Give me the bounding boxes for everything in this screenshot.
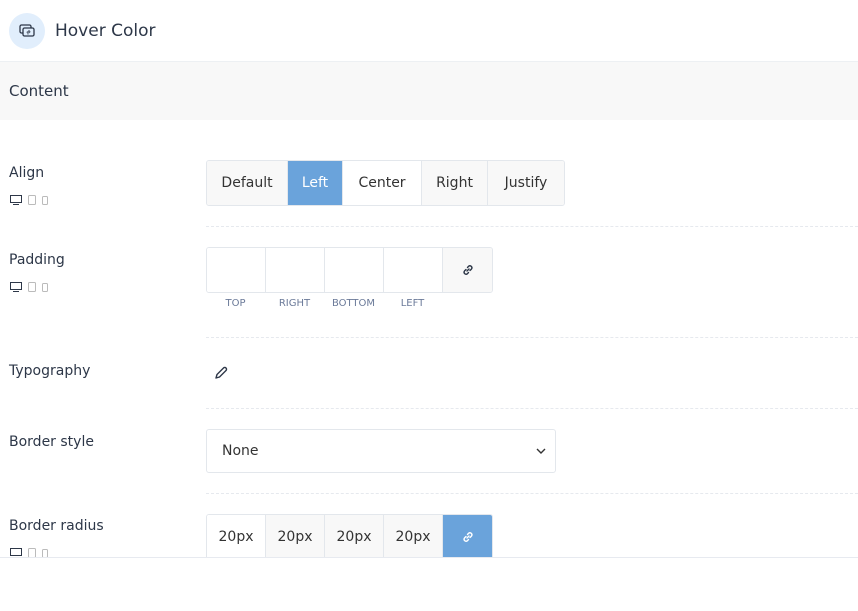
border-style-label: Border style — [9, 434, 94, 450]
link-icon — [462, 265, 473, 275]
padding-top-label: TOP — [225, 298, 246, 309]
responsive-toggle — [10, 195, 48, 205]
divider — [206, 408, 858, 409]
desktop-icon[interactable] — [10, 548, 22, 558]
responsive-toggle — [10, 548, 48, 558]
responsive-toggle — [10, 282, 48, 292]
divider — [206, 337, 858, 338]
desktop-icon[interactable] — [10, 282, 22, 292]
section-content[interactable]: Content — [0, 62, 858, 120]
radius-top-right-input[interactable]: 20px — [266, 515, 325, 557]
tablet-icon[interactable] — [28, 195, 36, 205]
radius-bottom-left-input[interactable]: 20px — [384, 515, 443, 557]
mobile-icon[interactable] — [42, 548, 48, 558]
panel-title: Hover Color — [55, 20, 156, 41]
mobile-icon[interactable] — [42, 282, 48, 292]
divider — [206, 226, 858, 227]
border-style-value: None — [222, 443, 259, 459]
align-default-button[interactable]: Default — [207, 161, 288, 205]
padding-label: Padding — [9, 252, 65, 268]
padding-top-input[interactable] — [207, 248, 266, 292]
divider — [206, 493, 858, 494]
hover-color-icon: # — [9, 12, 45, 49]
radius-top-left-input[interactable]: 20px — [207, 515, 266, 557]
align-center-button[interactable]: Center — [343, 161, 422, 205]
padding-bottom-label: BOTTOM — [331, 298, 376, 309]
mobile-icon[interactable] — [42, 195, 48, 205]
pencil-icon[interactable] — [214, 366, 228, 380]
radius-link-button[interactable] — [443, 515, 492, 557]
border-radius-label: Border radius — [9, 518, 104, 534]
border-style-select[interactable]: None — [206, 429, 556, 473]
align-label: Align — [9, 165, 45, 181]
chevron-down-icon — [536, 448, 546, 454]
align-justify-button[interactable]: Justify — [488, 161, 564, 205]
padding-left-input[interactable] — [384, 248, 443, 292]
panel-header: # Hover Color — [0, 0, 858, 62]
align-button-group: Default Left Center Right Justify — [206, 160, 565, 206]
svg-text:#: # — [26, 29, 31, 36]
tablet-icon[interactable] — [28, 548, 36, 558]
desktop-icon[interactable] — [10, 195, 22, 205]
typography-label: Typography — [9, 363, 91, 379]
padding-left-label: LEFT — [400, 298, 425, 309]
padding-side-labels: TOP RIGHT BOTTOM LEFT — [206, 298, 442, 309]
border-radius-inputs: 20px 20px 20px 20px — [206, 514, 493, 557]
padding-bottom-input[interactable] — [325, 248, 384, 292]
radius-bottom-right-input[interactable]: 20px — [325, 515, 384, 557]
tablet-icon[interactable] — [28, 282, 36, 292]
padding-inputs — [206, 247, 493, 293]
align-right-button[interactable]: Right — [422, 161, 488, 205]
padding-right-label: RIGHT — [278, 298, 311, 309]
padding-link-button[interactable] — [443, 248, 492, 292]
padding-right-input[interactable] — [266, 248, 325, 292]
align-left-button[interactable]: Left — [288, 161, 343, 205]
link-icon — [462, 532, 473, 542]
